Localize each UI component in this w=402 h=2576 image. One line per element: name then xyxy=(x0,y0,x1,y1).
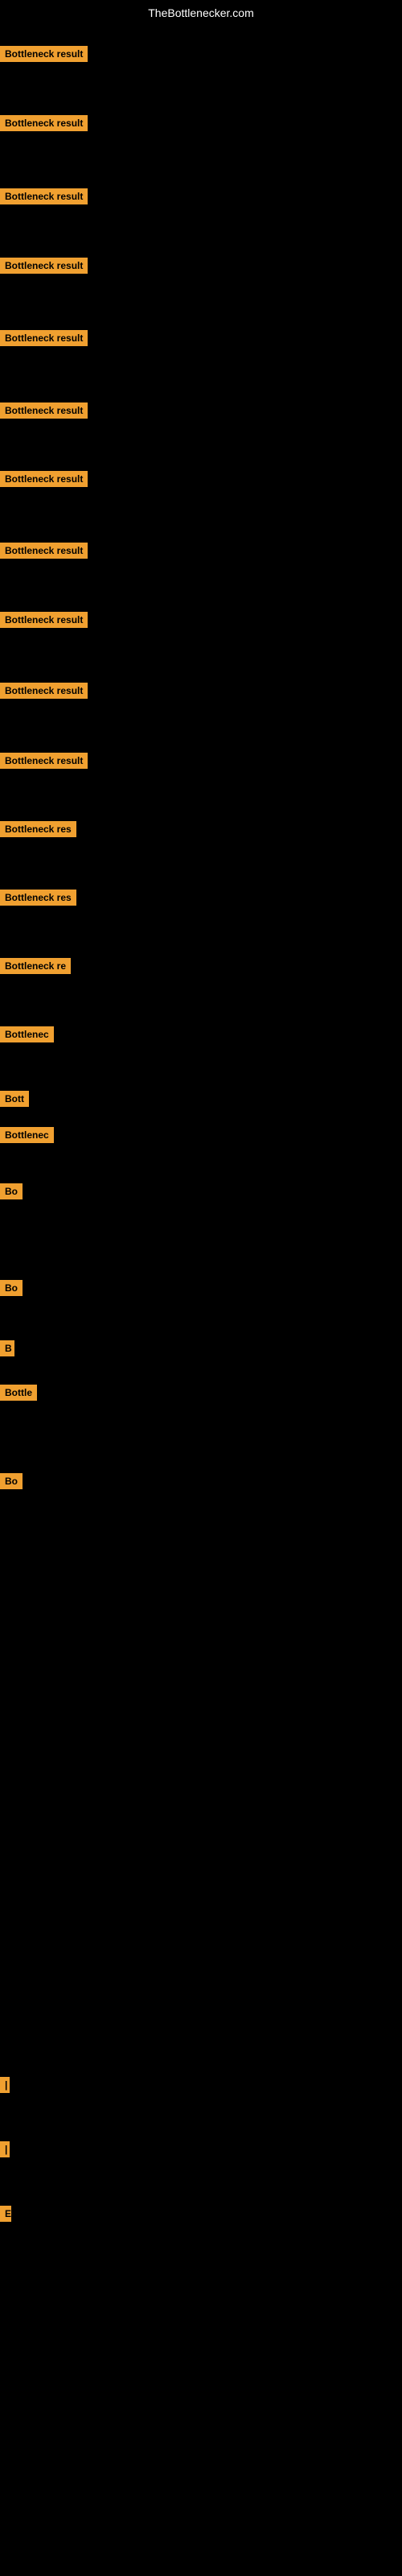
bottleneck-badge-11: Bottleneck result xyxy=(0,753,88,769)
bottleneck-badge-3: Bottleneck result xyxy=(0,188,88,204)
bottleneck-badge-21: Bottle xyxy=(0,1385,37,1401)
bottleneck-badge-22: Bo xyxy=(0,1473,23,1489)
bottleneck-badge-13: Bottleneck res xyxy=(0,890,76,906)
bottleneck-badge-16: Bott xyxy=(0,1091,29,1107)
bottleneck-badge-20: B xyxy=(0,1340,14,1356)
bottleneck-badge-12: Bottleneck res xyxy=(0,821,76,837)
bottleneck-badge-9: Bottleneck result xyxy=(0,612,88,628)
bottleneck-badge-6: Bottleneck result xyxy=(0,402,88,419)
bottleneck-badge-24: | xyxy=(0,2141,10,2157)
bottleneck-badge-8: Bottleneck result xyxy=(0,543,88,559)
bottleneck-badge-25: E xyxy=(0,2206,11,2222)
bottleneck-badge-1: Bottleneck result xyxy=(0,46,88,62)
bottleneck-badge-7: Bottleneck result xyxy=(0,471,88,487)
bottleneck-badge-4: Bottleneck result xyxy=(0,258,88,274)
bottleneck-badge-19: Bo xyxy=(0,1280,23,1296)
site-title: TheBottlenecker.com xyxy=(0,0,402,26)
bottleneck-badge-17: Bottlenec xyxy=(0,1127,54,1143)
bottleneck-badge-2: Bottleneck result xyxy=(0,115,88,131)
bottleneck-badge-5: Bottleneck result xyxy=(0,330,88,346)
bottleneck-badge-15: Bottlenec xyxy=(0,1026,54,1042)
bottleneck-badge-18: Bo xyxy=(0,1183,23,1199)
bottleneck-badge-14: Bottleneck re xyxy=(0,958,71,974)
bottleneck-badge-23: | xyxy=(0,2077,10,2093)
bottleneck-badge-10: Bottleneck result xyxy=(0,683,88,699)
